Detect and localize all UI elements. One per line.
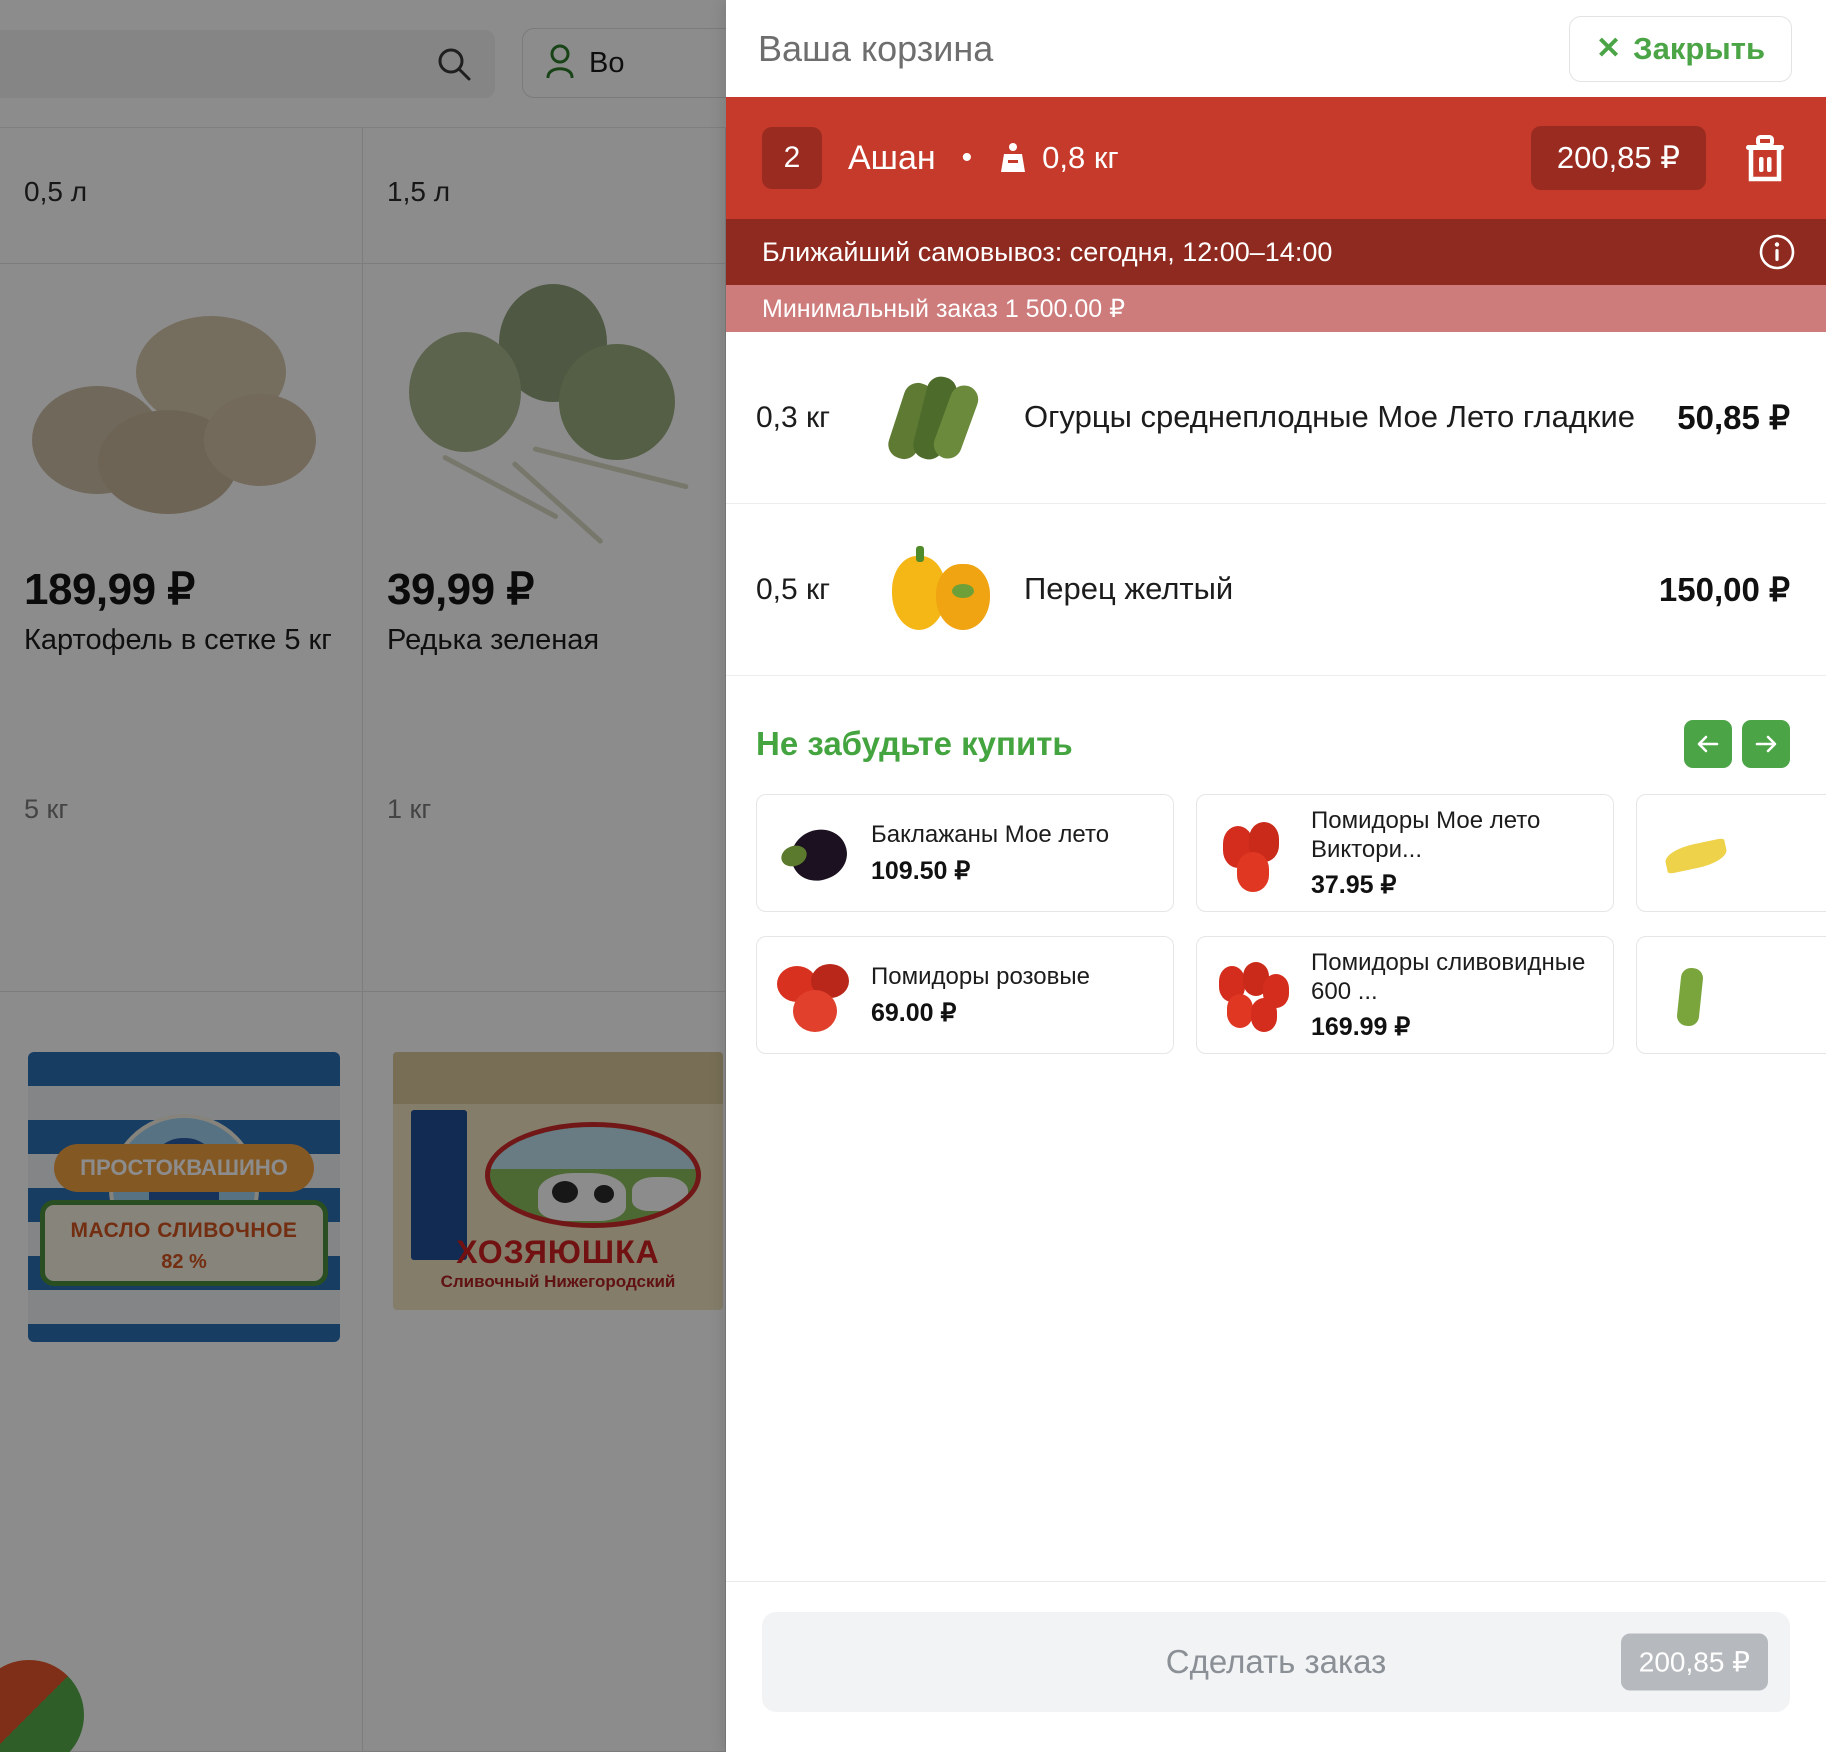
product-info	[1751, 992, 1826, 998]
item-thumbnail	[886, 534, 998, 646]
page-title: Ваша корзина	[758, 27, 994, 69]
cart-item-row[interactable]: 0,5 кг Перец желтый 150,00 ₽	[726, 504, 1826, 676]
cart-item-list: 0,3 кг Огурцы среднеплодные Мое Лето гла…	[726, 332, 1826, 676]
product-info: Помидоры Мое лето Виктори... 37.95 ₽	[1311, 806, 1599, 901]
arrow-right-icon[interactable]	[1742, 720, 1790, 768]
arrow-left-icon[interactable]	[1684, 720, 1732, 768]
product-info: Помидоры сливовидные 600 ... 169.99 ₽	[1311, 948, 1599, 1043]
product-name: Помидоры сливовидные 600 ...	[1311, 948, 1586, 1005]
recommendation-card[interactable]: Помидоры сливовидные 600 ... 169.99 ₽	[1196, 936, 1614, 1054]
item-thumbnail	[886, 362, 998, 474]
item-weight: 0,5 кг	[756, 572, 831, 606]
info-icon[interactable]	[1758, 233, 1796, 271]
recommendations-section: Не забудьте купить Баклажаны Мое лето 10…	[726, 676, 1826, 1581]
cart-footer: Сделать заказ 200,85 ₽	[726, 1581, 1826, 1752]
store-total: 200,85 ₽	[1530, 126, 1706, 190]
app-root: Во 0,5 л 1,5 л 189,99 ₽ Картофель в сетк…	[0, 0, 1826, 1752]
item-name: Огурцы среднеплодные Мое Лето гладкие	[1024, 399, 1636, 435]
minimum-order-bar: Минимальный заказ 1 500.00 ₽	[726, 285, 1826, 332]
recommendations-header: Не забудьте купить	[726, 720, 1826, 768]
cart-item-row[interactable]: 0,3 кг Огурцы среднеплодные Мое Лето гла…	[726, 332, 1826, 504]
product-thumbnail	[1651, 952, 1737, 1038]
place-order-button[interactable]: Сделать заказ 200,85 ₽	[762, 1612, 1790, 1712]
product-info: Баклажаны Мое лето 109.50 ₽	[871, 820, 1159, 885]
store-name: Ашан	[848, 138, 936, 177]
separator-dot: •	[961, 141, 973, 174]
recommendation-card[interactable]	[1636, 936, 1826, 1054]
product-price: 169.99 ₽	[1311, 1013, 1411, 1042]
item-weight: 0,3 кг	[756, 400, 831, 434]
product-thumbnail	[1211, 810, 1297, 896]
recommendation-card[interactable]	[1636, 794, 1826, 912]
product-price: 109.50 ₽	[871, 856, 971, 885]
cart-panel: Ваша корзина ✕ Закрыть 2 Ашан • 0,8 кг 2…	[726, 0, 1826, 1752]
recommendation-card[interactable]: Помидоры розовые 69.00 ₽	[756, 936, 1174, 1054]
weight-icon	[998, 142, 1028, 174]
product-name: Баклажаны Мое лето	[871, 821, 1110, 849]
recommendation-card[interactable]: Помидоры Мое лето Виктори... 37.95 ₽	[1196, 794, 1614, 912]
product-thumbnail	[1211, 952, 1297, 1038]
product-name: Помидоры розовые	[871, 963, 1090, 991]
store-summary-bar: 2 Ашан • 0,8 кг 200,85 ₽	[726, 97, 1826, 219]
close-button[interactable]: ✕ Закрыть	[1569, 15, 1792, 82]
product-info	[1751, 850, 1826, 856]
order-total-badge: 200,85 ₽	[1620, 1633, 1768, 1691]
close-label: Закрыть	[1633, 30, 1765, 66]
product-thumbnail	[771, 810, 857, 896]
recommendations-grid: Баклажаны Мое лето 109.50 ₽ Помидоры Мое…	[726, 794, 1826, 1054]
place-order-label: Сделать заказ	[1165, 1643, 1387, 1680]
delivery-info-bar: Ближайший самовывоз: сегодня, 12:00–14:0…	[726, 219, 1826, 285]
item-price: 150,00 ₽	[1658, 571, 1790, 608]
carousel-nav	[1684, 720, 1790, 768]
modal-overlay[interactable]	[0, 0, 726, 1752]
product-thumbnail	[771, 952, 857, 1038]
store-item-count: 2	[762, 127, 822, 189]
trash-icon[interactable]	[1728, 121, 1802, 195]
item-price: 50,85 ₽	[1677, 399, 1790, 436]
recommendation-card[interactable]: Баклажаны Мое лето 109.50 ₽	[756, 794, 1174, 912]
cart-header: Ваша корзина ✕ Закрыть	[726, 0, 1826, 97]
delivery-text: Ближайший самовывоз: сегодня, 12:00–14:0…	[762, 236, 1333, 267]
item-name: Перец желтый	[1024, 571, 1234, 607]
store-weight: 0,8 кг	[1042, 140, 1119, 175]
product-thumbnail	[1651, 810, 1737, 896]
product-name: Помидоры Мое лето Виктори...	[1311, 806, 1541, 863]
minimum-order-text: Минимальный заказ 1 500.00 ₽	[762, 294, 1126, 323]
product-info: Помидоры розовые 69.00 ₽	[871, 962, 1159, 1027]
product-price: 37.95 ₽	[1311, 871, 1397, 900]
product-price: 69.00 ₽	[871, 998, 957, 1027]
close-icon: ✕	[1596, 31, 1622, 65]
recommendations-title: Не забудьте купить	[756, 725, 1073, 762]
